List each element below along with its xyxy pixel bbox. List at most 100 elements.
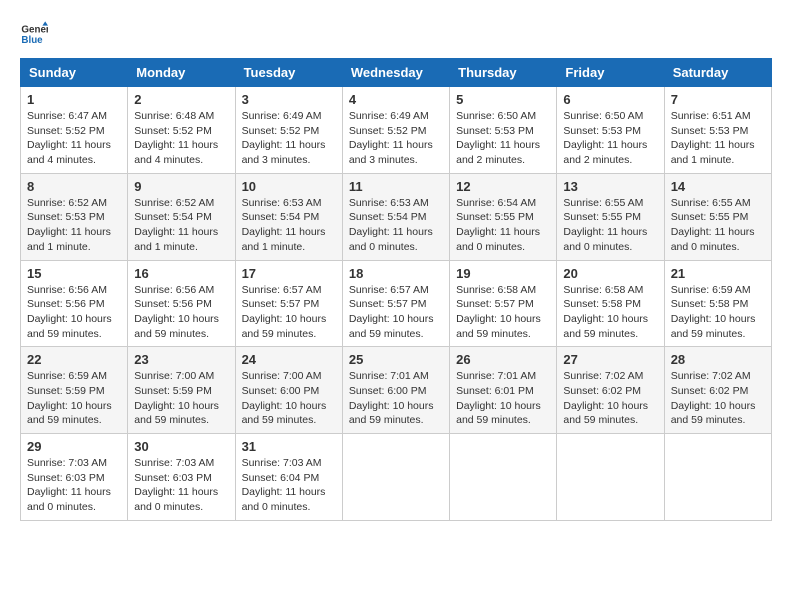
calendar-cell: 10 Sunrise: 6:53 AM Sunset: 5:54 PM Dayli…	[235, 173, 342, 260]
day-number: 2	[134, 92, 228, 107]
calendar-cell: 22 Sunrise: 6:59 AM Sunset: 5:59 PM Dayli…	[21, 347, 128, 434]
column-header-friday: Friday	[557, 59, 664, 87]
calendar-cell: 12Sunrise: 6:54 AM Sunset: 5:55 PM Dayli…	[450, 173, 557, 260]
calendar-cell: 15Sunrise: 6:56 AM Sunset: 5:56 PM Dayli…	[21, 260, 128, 347]
calendar-cell	[342, 434, 449, 521]
day-number: 10	[242, 179, 336, 194]
calendar-week-row: 1 Sunrise: 6:47 AM Sunset: 5:52 PM Daylig…	[21, 87, 772, 174]
calendar-cell: 11 Sunrise: 6:53 AM Sunset: 5:54 PM Dayli…	[342, 173, 449, 260]
day-info: Sunrise: 6:59 AM Sunset: 5:58 PM Dayligh…	[671, 283, 765, 342]
day-info: Sunrise: 6:50 AM Sunset: 5:53 PM Dayligh…	[456, 109, 550, 168]
page-header: General Blue	[20, 20, 772, 48]
calendar-cell: 8 Sunrise: 6:52 AM Sunset: 5:53 PM Daylig…	[21, 173, 128, 260]
calendar-week-row: 22 Sunrise: 6:59 AM Sunset: 5:59 PM Dayli…	[21, 347, 772, 434]
calendar-cell: 3 Sunrise: 6:49 AM Sunset: 5:52 PM Daylig…	[235, 87, 342, 174]
day-number: 6	[563, 92, 657, 107]
day-info: Sunrise: 6:51 AM Sunset: 5:53 PM Dayligh…	[671, 109, 765, 168]
calendar-cell: 16 Sunrise: 6:56 AM Sunset: 5:56 PM Dayli…	[128, 260, 235, 347]
day-number: 26	[456, 352, 550, 367]
column-header-thursday: Thursday	[450, 59, 557, 87]
calendar-cell: 14 Sunrise: 6:55 AM Sunset: 5:55 PM Dayli…	[664, 173, 771, 260]
day-number: 14	[671, 179, 765, 194]
day-info: Sunrise: 7:03 AM Sunset: 6:03 PM Dayligh…	[27, 456, 121, 515]
day-number: 29	[27, 439, 121, 454]
day-info: Sunrise: 6:53 AM Sunset: 5:54 PM Dayligh…	[349, 196, 443, 255]
calendar-cell: 30Sunrise: 7:03 AM Sunset: 6:03 PM Dayli…	[128, 434, 235, 521]
calendar-cell: 19 Sunrise: 6:58 AM Sunset: 5:57 PM Dayli…	[450, 260, 557, 347]
calendar-week-row: 29 Sunrise: 7:03 AM Sunset: 6:03 PM Dayli…	[21, 434, 772, 521]
day-info: Sunrise: 6:49 AM Sunset: 5:52 PM Dayligh…	[349, 109, 443, 168]
day-info: Sunrise: 7:00 AM Sunset: 5:59 PM Dayligh…	[134, 369, 228, 428]
calendar-cell: 2 Sunrise: 6:48 AM Sunset: 5:52 PM Daylig…	[128, 87, 235, 174]
day-info: Sunrise: 7:03 AM Sunset: 6:04 PM Dayligh…	[242, 456, 336, 515]
day-number: 13	[563, 179, 657, 194]
calendar-cell: 25Sunrise: 7:01 AM Sunset: 6:00 PM Dayli…	[342, 347, 449, 434]
day-number: 19	[456, 266, 550, 281]
svg-text:Blue: Blue	[21, 35, 43, 46]
day-info: Sunrise: 7:00 AM Sunset: 6:00 PM Dayligh…	[242, 369, 336, 428]
calendar-cell: 23 Sunrise: 7:00 AM Sunset: 5:59 PM Dayli…	[128, 347, 235, 434]
day-info: Sunrise: 6:55 AM Sunset: 5:55 PM Dayligh…	[563, 196, 657, 255]
day-info: Sunrise: 6:48 AM Sunset: 5:52 PM Dayligh…	[134, 109, 228, 168]
day-number: 8	[27, 179, 121, 194]
calendar-cell	[450, 434, 557, 521]
calendar-cell: 4 Sunrise: 6:49 AM Sunset: 5:52 PM Daylig…	[342, 87, 449, 174]
day-info: Sunrise: 6:56 AM Sunset: 5:56 PM Dayligh…	[134, 283, 228, 342]
day-number: 20	[563, 266, 657, 281]
calendar-cell: 31 Sunrise: 7:03 AM Sunset: 6:04 PM Dayli…	[235, 434, 342, 521]
calendar-cell: 1 Sunrise: 6:47 AM Sunset: 5:52 PM Daylig…	[21, 87, 128, 174]
column-header-sunday: Sunday	[21, 59, 128, 87]
day-number: 9	[134, 179, 228, 194]
day-number: 22	[27, 352, 121, 367]
day-number: 23	[134, 352, 228, 367]
day-info: Sunrise: 6:47 AM Sunset: 5:52 PM Dayligh…	[27, 109, 121, 168]
calendar-cell: 5 Sunrise: 6:50 AM Sunset: 5:53 PM Daylig…	[450, 87, 557, 174]
day-info: Sunrise: 6:52 AM Sunset: 5:53 PM Dayligh…	[27, 196, 121, 255]
column-header-tuesday: Tuesday	[235, 59, 342, 87]
day-info: Sunrise: 6:49 AM Sunset: 5:52 PM Dayligh…	[242, 109, 336, 168]
calendar-header-row: SundayMondayTuesdayWednesdayThursdayFrid…	[21, 59, 772, 87]
calendar-cell: 20 Sunrise: 6:58 AM Sunset: 5:58 PM Dayli…	[557, 260, 664, 347]
column-header-wednesday: Wednesday	[342, 59, 449, 87]
calendar-week-row: 15Sunrise: 6:56 AM Sunset: 5:56 PM Dayli…	[21, 260, 772, 347]
calendar-cell: 6 Sunrise: 6:50 AM Sunset: 5:53 PM Daylig…	[557, 87, 664, 174]
calendar-cell: 26 Sunrise: 7:01 AM Sunset: 6:01 PM Dayli…	[450, 347, 557, 434]
calendar-cell: 27Sunrise: 7:02 AM Sunset: 6:02 PM Dayli…	[557, 347, 664, 434]
day-number: 24	[242, 352, 336, 367]
calendar-cell	[557, 434, 664, 521]
day-number: 18	[349, 266, 443, 281]
day-info: Sunrise: 6:57 AM Sunset: 5:57 PM Dayligh…	[349, 283, 443, 342]
day-info: Sunrise: 7:01 AM Sunset: 6:01 PM Dayligh…	[456, 369, 550, 428]
calendar-cell: 28Sunrise: 7:02 AM Sunset: 6:02 PM Dayli…	[664, 347, 771, 434]
day-number: 11	[349, 179, 443, 194]
day-info: Sunrise: 6:54 AM Sunset: 5:55 PM Dayligh…	[456, 196, 550, 255]
day-number: 30	[134, 439, 228, 454]
day-info: Sunrise: 7:01 AM Sunset: 6:00 PM Dayligh…	[349, 369, 443, 428]
calendar-cell: 24 Sunrise: 7:00 AM Sunset: 6:00 PM Dayli…	[235, 347, 342, 434]
svg-text:General: General	[21, 25, 48, 36]
column-header-monday: Monday	[128, 59, 235, 87]
day-number: 16	[134, 266, 228, 281]
day-info: Sunrise: 6:57 AM Sunset: 5:57 PM Dayligh…	[242, 283, 336, 342]
logo: General Blue	[20, 20, 52, 48]
day-number: 1	[27, 92, 121, 107]
day-info: Sunrise: 6:59 AM Sunset: 5:59 PM Dayligh…	[27, 369, 121, 428]
day-info: Sunrise: 6:55 AM Sunset: 5:55 PM Dayligh…	[671, 196, 765, 255]
logo-icon: General Blue	[20, 20, 48, 48]
calendar: SundayMondayTuesdayWednesdayThursdayFrid…	[20, 58, 772, 521]
day-number: 4	[349, 92, 443, 107]
day-info: Sunrise: 6:50 AM Sunset: 5:53 PM Dayligh…	[563, 109, 657, 168]
day-info: Sunrise: 6:58 AM Sunset: 5:58 PM Dayligh…	[563, 283, 657, 342]
day-info: Sunrise: 6:53 AM Sunset: 5:54 PM Dayligh…	[242, 196, 336, 255]
day-number: 5	[456, 92, 550, 107]
day-info: Sunrise: 6:52 AM Sunset: 5:54 PM Dayligh…	[134, 196, 228, 255]
day-number: 3	[242, 92, 336, 107]
calendar-cell: 9 Sunrise: 6:52 AM Sunset: 5:54 PM Daylig…	[128, 173, 235, 260]
calendar-cell: 21Sunrise: 6:59 AM Sunset: 5:58 PM Dayli…	[664, 260, 771, 347]
day-info: Sunrise: 7:02 AM Sunset: 6:02 PM Dayligh…	[563, 369, 657, 428]
day-number: 28	[671, 352, 765, 367]
day-info: Sunrise: 6:58 AM Sunset: 5:57 PM Dayligh…	[456, 283, 550, 342]
calendar-cell: 18 Sunrise: 6:57 AM Sunset: 5:57 PM Dayli…	[342, 260, 449, 347]
day-number: 31	[242, 439, 336, 454]
calendar-cell: 17Sunrise: 6:57 AM Sunset: 5:57 PM Dayli…	[235, 260, 342, 347]
